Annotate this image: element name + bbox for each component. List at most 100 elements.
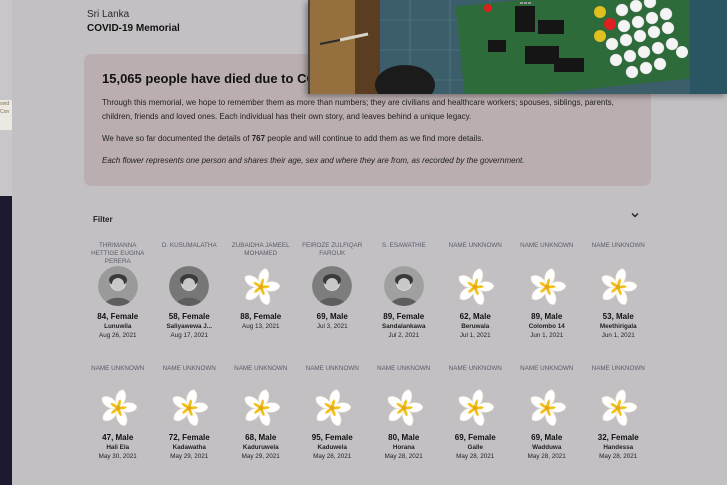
memorial-card[interactable]: NAME UNKNOWN 68, Male Kaduruwela May 29, 20… [225,365,297,475]
frangipani-flower-icon [455,266,495,307]
person-details: 84, Female Lunuwila Aug 26, 2021 [82,312,154,340]
person-photo [169,266,210,306]
age-sex: 62, Male [459,312,491,321]
place: Kaduruwela [242,444,279,451]
memorial-card[interactable]: NAME UNKNOWN 69, Male Wadduwa May 28, 2021 [511,365,583,475]
person-name: NAME UNKNOWN [91,365,145,372]
age-sex: 69, Male [316,312,348,321]
age-sex: 80, Male [388,433,420,442]
memorial-card[interactable]: THRIMANNA HETTIGE EUGINA PERERA 84, Fema… [82,242,154,352]
frangipani-flower-icon [98,387,138,428]
age-sex: 47, Male [102,433,134,442]
person-name: NAME UNKNOWN [520,365,574,372]
circuit-board-image [310,0,727,94]
date-of-death: Jul 3, 2021 [316,323,348,330]
person-details: 53, Male Meethirigala Jun 1, 2021 [583,312,655,340]
person-name: ZUBAIDHA JAMEEL MOHAMED [231,242,290,257]
date-of-death: May 28, 2021 [527,453,566,460]
filter-label: Filter [93,215,113,224]
date-of-death: May 28, 2021 [313,453,352,460]
page-title: COVID-19 Memorial [87,23,180,34]
person-details: 88, Female Aug 13, 2021 [225,312,297,331]
memorial-grid-row-2: NAME UNKNOWN 47, Male Hali Ela May 30, 2021… [82,365,654,475]
memorial-card[interactable]: D. KUSUMALATHA 58, Female Saliyawewa J...… [154,242,226,352]
person-photo [97,266,138,306]
frangipani-flower-icon [169,387,209,428]
place: Sandalankawa [382,323,426,330]
intro-paragraph: Through this memorial, we hope to rememb… [102,98,614,121]
memorial-card[interactable]: NAME UNKNOWN 47, Male Hali Ela May 30, 2021 [82,365,154,475]
frangipani-flower-icon [455,387,495,428]
place: Kaduwela [317,444,347,451]
frangipani-flower-icon [241,266,281,307]
date-of-death: Jul 2, 2021 [388,332,420,339]
filter-toggle[interactable]: Filter [93,209,643,224]
flower-explanation: Each flower represents one person and sh… [102,156,525,165]
person-details: 95, Female Kaduwela May 28, 2021 [297,433,369,461]
person-details: 89, Male Colombo 14 Jun 1, 2021 [511,312,583,340]
age-sex: 95, Female [311,433,353,442]
place: Kadawatha [172,444,206,451]
person-name: NAME UNKNOWN [377,365,431,372]
place: Horana [392,444,415,451]
person-name: NAME UNKNOWN [591,365,645,372]
person-name: NAME UNKNOWN [448,365,502,372]
overlay-photo-circuit-board [308,0,727,94]
frangipani-flower-icon [527,387,567,428]
age-sex: 69, Male [531,433,563,442]
date-of-death: May 28, 2021 [456,453,495,460]
person-details: 69, Male Jul 3, 2021 [297,312,369,331]
person-name: FEIROZE ZULFIQAR FAROUK [302,242,363,257]
memorial-card[interactable]: NAME UNKNOWN 95, Female Kaduwela May 28, 20… [297,365,369,475]
person-name: NAME UNKNOWN [448,242,502,249]
person-photo [312,266,353,306]
chevron-down-icon[interactable] [629,209,641,221]
memorial-card[interactable]: NAME UNKNOWN 62, Male Beruwala Jul 1, 2021 [440,242,512,352]
memorial-card[interactable]: NAME UNKNOWN 53, Male Meethirigala Jun 1, 2… [583,242,655,352]
date-of-death: May 30, 2021 [98,453,137,460]
age-sex: 58, Female [168,312,210,321]
memorial-card[interactable]: NAME UNKNOWN 72, Female Kadawatha May 29, 2… [154,365,226,475]
frangipani-flower-icon [241,387,281,428]
age-sex: 84, Female [97,312,139,321]
documented-text: We have so far documented the details of [102,134,252,143]
person-details: 58, Female Saliyawewa J... Aug 17, 2021 [154,312,226,340]
memorial-grid-row-1: THRIMANNA HETTIGE EUGINA PERERA 84, Fema… [82,242,654,352]
date-of-death: May 28, 2021 [384,453,423,460]
age-sex: 32, Female [597,433,639,442]
place: Handessa [603,444,634,451]
adjacent-window-fragment: ovid Con [0,100,12,130]
age-sex: 68, Male [245,433,277,442]
person-name: NAME UNKNOWN [162,365,216,372]
documented-count: 767 [251,134,266,143]
documented-paragraph: We have so far documented the details of… [102,132,633,146]
date-of-death: May 29, 2021 [241,453,280,460]
memorial-card[interactable]: S. ESAWATHIE 89, Female Sandalankawa Jul 2… [368,242,440,352]
adjacent-window-dark-area [0,196,12,485]
person-name: NAME UNKNOWN [520,242,574,249]
age-sex: 69, Female [454,433,496,442]
date-of-death: Aug 17, 2021 [170,332,208,339]
frangipani-flower-icon [598,266,638,307]
memorial-card[interactable]: NAME UNKNOWN 69, Female Galle May 28, 2021 [440,365,512,475]
place: Saliyawewa J... [166,323,212,330]
memorial-card[interactable]: NAME UNKNOWN 89, Male Colombo 14 Jun 1, 202… [511,242,583,352]
person-photo [383,266,424,306]
person-details: 32, Female Handessa May 28, 2021 [583,433,655,461]
person-name: NAME UNKNOWN [591,242,645,249]
age-sex: 89, Male [531,312,563,321]
memorial-card[interactable]: NAME UNKNOWN 32, Female Handessa May 28, 20… [583,365,655,475]
memorial-card[interactable]: ZUBAIDHA JAMEEL MOHAMED 88, Female Aug 13,… [225,242,297,352]
date-of-death: Jul 1, 2021 [459,332,491,339]
date-of-death: May 28, 2021 [599,453,638,460]
frangipani-flower-icon [384,387,424,428]
memorial-card[interactable]: NAME UNKNOWN 80, Male Horana May 28, 2021 [368,365,440,475]
date-of-death: Jun 1, 2021 [601,332,635,339]
person-name: D. KUSUMALATHA [161,242,217,249]
documented-text-end: people and will continue to add them as … [265,134,484,143]
age-sex: 89, Female [383,312,425,321]
memorial-card[interactable]: FEIROZE ZULFIQAR FAROUK 69, Male Jul 3, 2… [297,242,369,352]
page-header: Sri Lanka COVID-19 Memorial [87,9,180,34]
place: Beruwala [461,323,490,330]
person-name: NAME UNKNOWN [234,365,288,372]
